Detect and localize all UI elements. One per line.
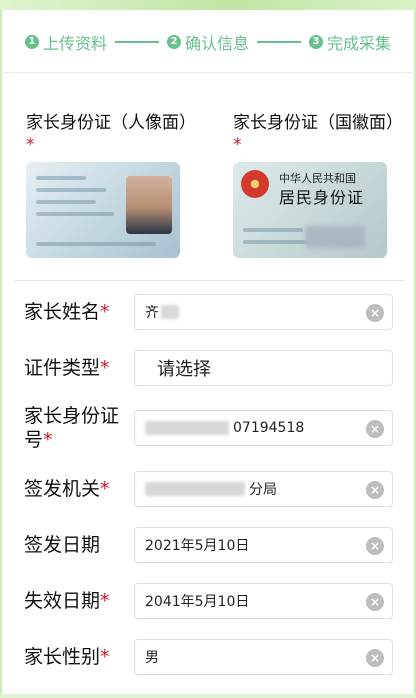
- issuer-input[interactable]: 分局 ×: [134, 471, 393, 507]
- name-label: 家长姓名*: [24, 301, 110, 323]
- clear-icon[interactable]: ×: [366, 649, 384, 667]
- card-text-line: [36, 188, 106, 192]
- step-upload: 1 上传资料: [24, 30, 107, 54]
- progress-steps: 1 上传资料 2 确认信息 3 完成采集: [0, 12, 416, 72]
- clear-icon[interactable]: ×: [366, 593, 384, 611]
- gender-input[interactable]: 男 ×: [134, 639, 393, 675]
- gender-label: 家长性别*: [24, 646, 110, 668]
- masked-text: [161, 305, 179, 319]
- step-label: 上传资料: [42, 34, 107, 53]
- expiry-date-input[interactable]: 2041年5月10日 ×: [134, 583, 393, 619]
- card-text-line: [36, 212, 114, 216]
- id-back-image[interactable]: 中华人民共和国 居民身份证: [233, 162, 387, 258]
- id-back-title: 家长身份证（国徽面）*: [233, 113, 403, 155]
- national-emblem-icon: [241, 170, 269, 198]
- step-connector: [257, 41, 301, 43]
- step-number-icon: 1: [24, 35, 39, 49]
- id-front-section: 家长身份证（人像面）*: [26, 112, 196, 258]
- card-text-line: [36, 242, 156, 246]
- card-text-line: [36, 200, 96, 204]
- step-confirm: 2 确认信息: [166, 30, 249, 54]
- card-text-line: [36, 176, 86, 180]
- issue-date-input[interactable]: 2021年5月10日 ×: [134, 527, 393, 563]
- step-complete: 3 完成采集: [309, 30, 391, 54]
- issue-date-label: 签发日期: [24, 534, 101, 556]
- masked-text: [145, 482, 245, 496]
- top-header-bar: [0, 0, 416, 10]
- id-number-label: 家长身份证 号*: [24, 405, 120, 451]
- expiry-date-label: 失效日期*: [24, 590, 110, 612]
- id-type-label: 证件类型*: [24, 357, 110, 379]
- id-back-section: 家长身份证（国徽面）* 中华人民共和国 居民身份证: [233, 112, 403, 258]
- step-connector: [114, 41, 159, 43]
- step-number-icon: 3: [309, 35, 323, 49]
- id-front-title: 家长身份证（人像面）*: [26, 113, 196, 155]
- id-number-input[interactable]: 07194518 ×: [134, 410, 393, 446]
- step-label: 完成采集: [327, 34, 392, 53]
- clear-icon[interactable]: ×: [366, 304, 384, 322]
- bottom-edge: [0, 694, 416, 698]
- name-input[interactable]: 齐 ×: [134, 294, 393, 330]
- issuer-label: 签发机关*: [24, 478, 110, 500]
- clear-icon[interactable]: ×: [366, 481, 384, 499]
- steps-divider: [0, 72, 416, 73]
- clear-icon[interactable]: ×: [366, 420, 384, 438]
- masked-info: [305, 226, 365, 248]
- step-number-icon: 2: [166, 35, 181, 49]
- section-divider: [14, 280, 404, 281]
- portrait-photo: [126, 176, 172, 234]
- id-type-select[interactable]: 请选择: [134, 350, 393, 386]
- id-front-image[interactable]: [26, 162, 180, 258]
- masked-text: [145, 421, 229, 435]
- step-label: 确认信息: [184, 34, 249, 53]
- clear-icon[interactable]: ×: [366, 537, 384, 555]
- card-type-text: 居民身份证: [279, 188, 365, 207]
- card-text-line: [243, 228, 303, 232]
